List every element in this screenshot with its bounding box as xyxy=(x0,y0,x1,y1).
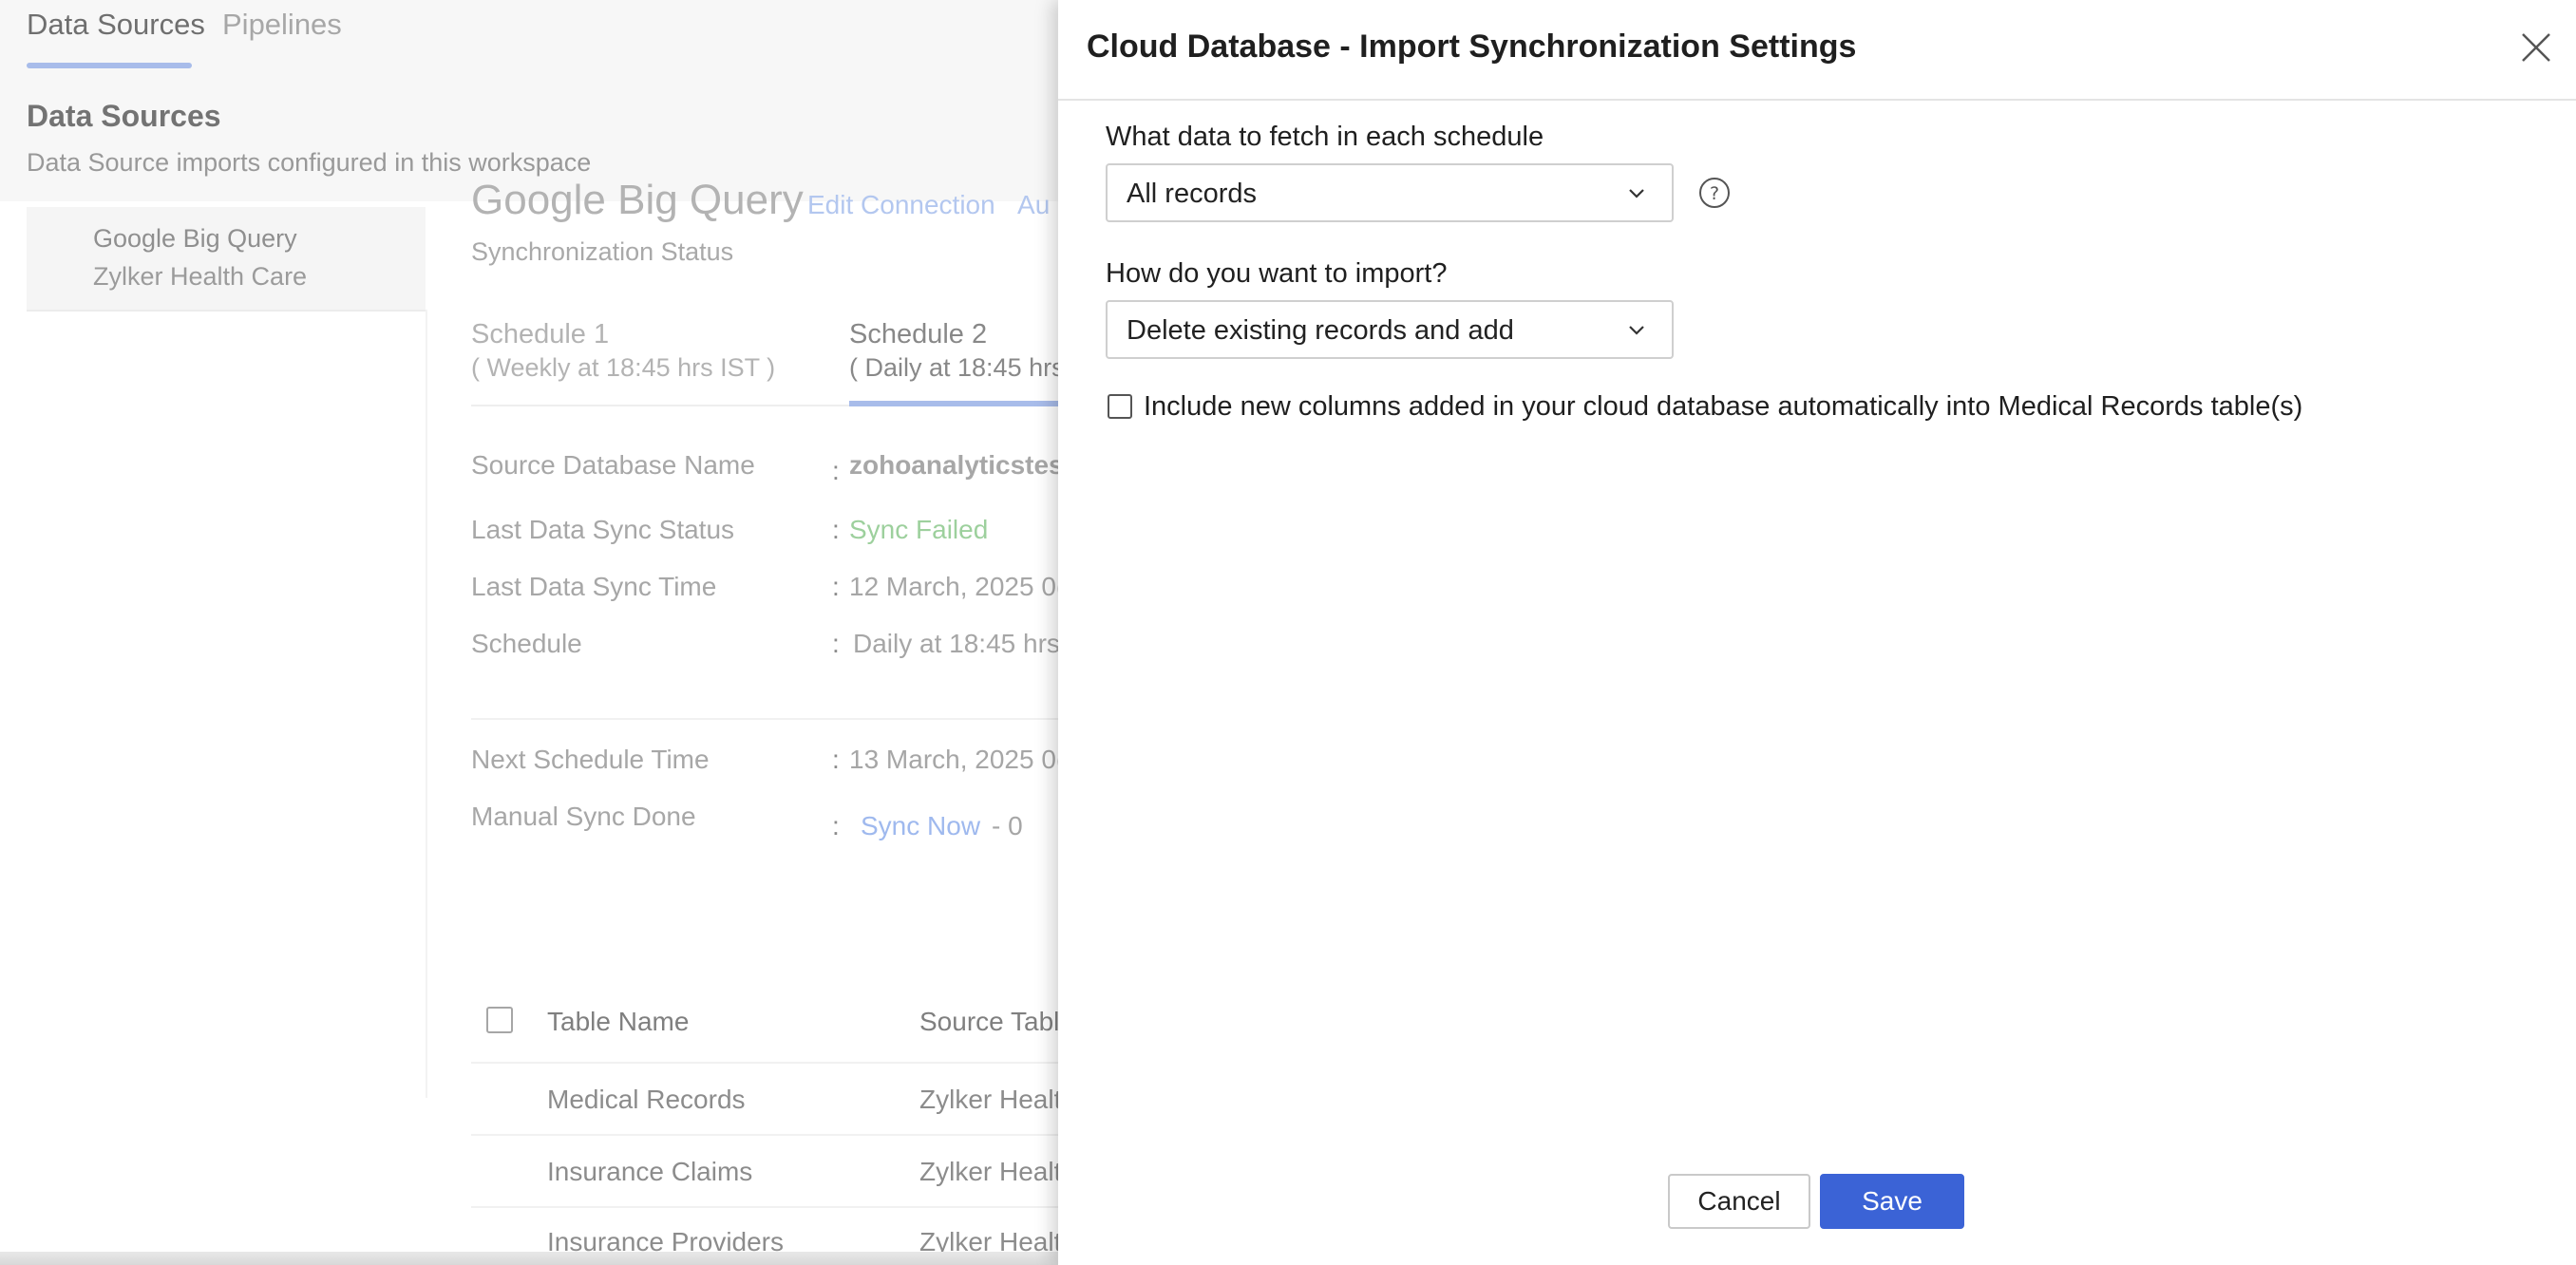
save-button[interactable]: Save xyxy=(1820,1174,1964,1229)
help-icon[interactable]: ? xyxy=(1698,177,1731,209)
include-new-columns-label[interactable]: Include new columns added in your cloud … xyxy=(1144,391,2302,423)
fetch-question-label: What data to fetch in each schedule xyxy=(1106,122,1544,152)
import-mode-value: Delete existing records and add xyxy=(1127,315,1514,346)
import-mode-dropdown[interactable]: Delete existing records and add xyxy=(1106,300,1674,359)
bottom-edge xyxy=(0,1252,1058,1265)
dialog-header-divider xyxy=(1058,99,2576,101)
include-new-columns-checkbox[interactable] xyxy=(1108,394,1132,419)
cancel-button[interactable]: Cancel xyxy=(1668,1174,1810,1229)
chevron-down-icon xyxy=(1629,326,1644,335)
import-sync-settings-dialog: Cloud Database - Import Synchronization … xyxy=(1058,0,2576,1265)
import-question-label: How do you want to import? xyxy=(1106,258,1448,289)
close-icon[interactable] xyxy=(2515,27,2557,68)
svg-text:?: ? xyxy=(1710,183,1719,204)
chevron-down-icon xyxy=(1629,189,1644,198)
fetch-records-dropdown[interactable]: All records xyxy=(1106,163,1674,222)
modal-backdrop xyxy=(0,0,1058,1265)
fetch-records-value: All records xyxy=(1127,179,1257,209)
dialog-title: Cloud Database - Import Synchronization … xyxy=(1087,28,1857,65)
